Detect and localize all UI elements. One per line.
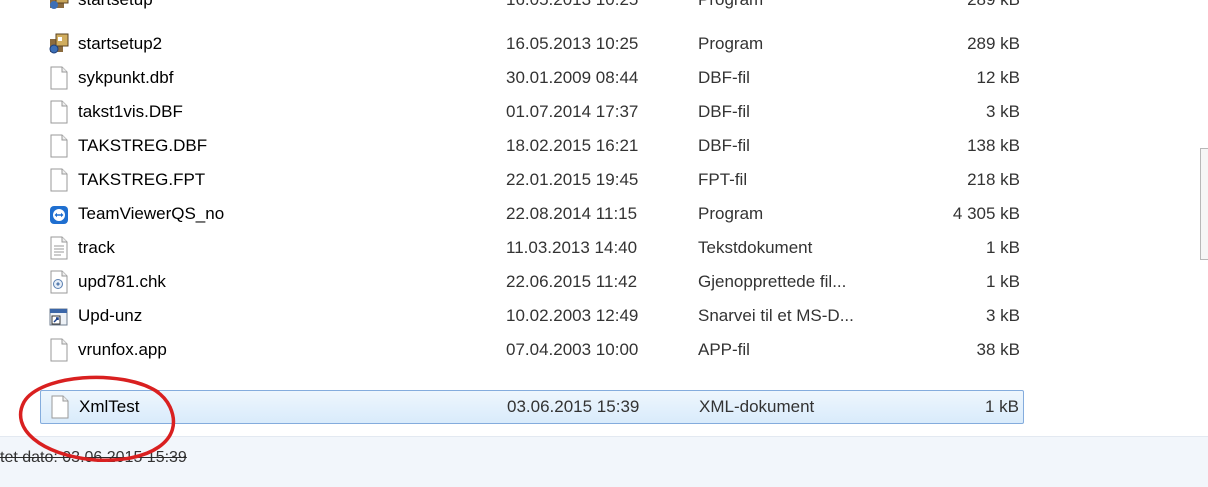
document-icon [50,134,68,158]
file-row[interactable]: TeamViewerQS_no 22.08.2014 11:15 Program… [40,197,1024,231]
file-date: 11.03.2013 14:40 [506,238,638,257]
file-size: 1 kB [985,238,1020,257]
file-type: Program [698,34,764,53]
file-size: 138 kB [967,136,1020,155]
file-size: 289 kB [967,34,1020,53]
file-row[interactable]: takst1vis.DBF 01.07.2014 17:37 DBF-fil 3… [40,95,1024,129]
file-name: upd781.chk [78,272,166,291]
file-date: 10.02.2003 12:49 [506,306,639,325]
file-row[interactable]: Upd-unz 10.02.2003 12:49 Snarvei til et … [40,299,1024,333]
file-size: 38 kB [976,340,1020,359]
file-type: Program [698,204,764,223]
file-name: startsetup [78,0,153,17]
file-row[interactable]: TAKSTREG.FPT 22.01.2015 19:45 FPT-fil 21… [40,163,1024,197]
file-row-selected[interactable]: XmlTest 03.06.2015 15:39 XML-dokument 1 … [40,390,1024,424]
document-icon [50,100,68,124]
file-date: 22.06.2015 11:42 [506,272,638,291]
status-text: tet dato: 03.06.2015 15:39 [0,449,187,466]
file-list: startsetup 16.05.2013 10:25 Program 289 … [0,0,1208,436]
file-date: 01.07.2014 17:37 [506,102,639,121]
file-name: TAKSTREG.FPT [78,170,206,189]
file-type: Snarvei til et MS-D... [698,306,854,325]
setup-program-icon [50,0,69,9]
file-type: Gjenopprettede fil... [698,272,847,291]
document-icon [50,168,68,192]
file-type: Tekstdokument [698,238,813,257]
file-type: XML-dokument [699,397,815,416]
file-size: 12 kB [976,68,1020,87]
file-name: takst1vis.DBF [78,102,183,121]
file-date: 16.05.2013 10:25 [506,34,639,53]
file-name: vrunfox.app [78,340,167,359]
file-size: 218 kB [967,170,1020,189]
scrollbar-thumb[interactable] [1200,148,1208,260]
file-type: FPT-fil [698,170,748,189]
shortcut-icon [49,308,68,326]
file-type: Program [698,0,763,17]
file-date: 22.08.2014 11:15 [506,204,638,223]
file-name: track [78,238,115,257]
recovered-file-icon [50,270,68,294]
file-date: 07.04.2003 10:00 [506,340,639,359]
file-date: 22.01.2015 19:45 [506,170,639,189]
document-icon [51,395,69,419]
setup-program-icon [49,33,69,54]
file-name: startsetup2 [78,34,163,53]
file-name: TeamViewerQS_no [78,204,225,223]
file-type: DBF-fil [698,102,750,121]
file-name: TAKSTREG.DBF [78,136,208,155]
file-size: 3 kB [985,306,1020,325]
file-type: APP-fil [698,340,750,359]
file-size: 4 305 kB [952,204,1020,223]
file-size: 3 kB [985,102,1020,121]
file-date: 16.05.2013 10:25 [506,0,638,17]
file-row[interactable]: startsetup2 16.05.2013 10:25 Program 289… [40,27,1024,61]
file-size: 289 kB [900,0,1020,17]
file-name: XmlTest [79,397,140,416]
file-date: 03.06.2015 15:39 [507,397,640,416]
file-row[interactable]: track 11.03.2013 14:40 Tekstdokument 1 k… [40,231,1024,265]
status-bar: tet dato: 03.06.2015 15:39 [0,436,1208,487]
file-size: 1 kB [984,397,1019,416]
file-row[interactable]: TAKSTREG.DBF 18.02.2015 16:21 DBF-fil 13… [40,129,1024,163]
file-date: 30.01.2009 08:44 [506,68,639,87]
file-row[interactable]: startsetup 16.05.2013 10:25 Program 289 … [40,0,1024,17]
document-icon [50,338,68,362]
teamviewer-icon [50,206,68,224]
file-type: DBF-fil [698,136,750,155]
file-row[interactable]: sykpunkt.dbf 30.01.2009 08:44 DBF-fil 12… [40,61,1024,95]
file-type: DBF-fil [698,68,750,87]
file-row[interactable]: vrunfox.app 07.04.2003 10:00 APP-fil 38 … [40,333,1024,367]
file-size: 1 kB [985,272,1020,291]
document-icon [50,66,68,90]
text-document-icon [50,236,68,260]
file-date: 18.02.2015 16:21 [506,136,639,155]
file-row[interactable]: upd781.chk 22.06.2015 11:42 Gjenopprette… [40,265,1024,299]
file-name: Upd-unz [78,306,143,325]
file-name: sykpunkt.dbf [78,68,174,87]
